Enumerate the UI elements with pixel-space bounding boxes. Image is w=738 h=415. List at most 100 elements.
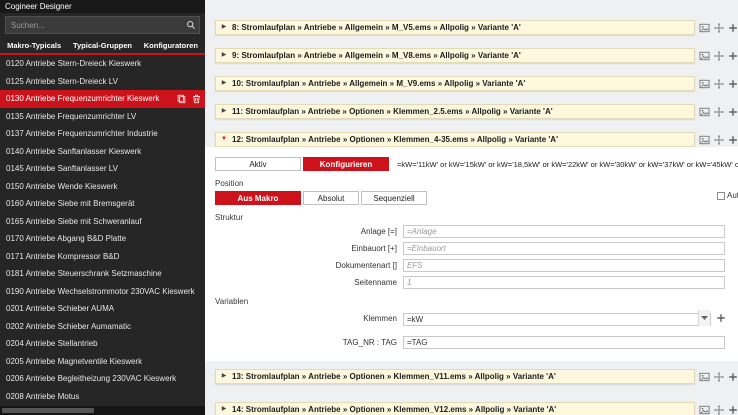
- macro-row-header[interactable]: ▶ 11: Stromlaufplan » Antriebe » Optione…: [215, 104, 695, 119]
- add-icon[interactable]: [728, 79, 738, 89]
- search-input[interactable]: [6, 21, 183, 30]
- field-label: Einbauort [+]: [205, 244, 403, 253]
- sidebar-item[interactable]: 0204 Antriebe Stellantrieb: [0, 335, 205, 353]
- preview-image-icon[interactable]: [699, 372, 710, 382]
- search-icon[interactable]: [183, 20, 199, 30]
- macro-row-actions: [699, 23, 738, 33]
- preview-image-icon[interactable]: [699, 405, 710, 415]
- field-label: Klemmen: [205, 314, 403, 323]
- sidebar-item[interactable]: 0125 Antriebe Stern-Dreieck LV: [0, 73, 205, 91]
- macro-typical-list: 0120 Antriebe Stern-Dreieck Kieswerk 012…: [0, 55, 205, 406]
- sidebar-item[interactable]: 0170 Antriebe Abgang B&D Platte: [0, 230, 205, 248]
- macro-row-actions: [699, 51, 738, 61]
- macro-row: ▶ 14: Stromlaufplan » Antriebe » Optione…: [215, 402, 738, 415]
- macro-row-header[interactable]: ▶ 14: Stromlaufplan » Antriebe » Optione…: [215, 402, 695, 415]
- preview-image-icon[interactable]: [699, 79, 710, 89]
- sidebar-item[interactable]: 0150 Antriebe Wende Kieswerk: [0, 178, 205, 196]
- field-label: Dokumentenart []: [205, 261, 403, 270]
- move-icon[interactable]: [714, 51, 724, 61]
- macro-row-header[interactable]: ▼ 12: Stromlaufplan » Antriebe » Optione…: [215, 132, 695, 147]
- move-icon[interactable]: [714, 135, 724, 145]
- sidebar-item[interactable]: 0120 Antriebe Stern-Dreieck Kieswerk: [0, 55, 205, 73]
- sidebar-item[interactable]: 0140 Antriebe Sanftanlasser Kieswerk: [0, 143, 205, 161]
- move-icon[interactable]: [714, 405, 724, 415]
- anlage-field[interactable]: [403, 225, 725, 238]
- preview-image-icon[interactable]: [699, 23, 710, 33]
- tab-konfiguratoren[interactable]: Konfiguratoren: [137, 38, 205, 53]
- tab-absolut[interactable]: Absolut: [303, 191, 359, 205]
- chevron-right-icon: ▶: [216, 77, 232, 90]
- move-icon[interactable]: [714, 23, 724, 33]
- tab-makro-typicals[interactable]: Makro-Typicals: [0, 38, 68, 53]
- sidebar: Cogineer Designer Makro-Typicals Typical…: [0, 0, 205, 415]
- sidebar-item[interactable]: 0205 Antriebe Magnetventile Kieswerk: [0, 353, 205, 371]
- macro-row-header[interactable]: ▶ 9: Stromlaufplan » Antriebe » Allgemei…: [215, 48, 695, 63]
- delete-icon[interactable]: [192, 94, 201, 104]
- chevron-right-icon: ▶: [216, 403, 232, 415]
- macro-row-header[interactable]: ▶ 13: Stromlaufplan » Antriebe » Optione…: [215, 369, 695, 384]
- scrollbar-thumb[interactable]: [2, 408, 94, 413]
- move-icon[interactable]: [714, 372, 724, 382]
- sidebar-item[interactable]: 0201 Antriebe Schieber AUMA: [0, 300, 205, 318]
- sidebar-item[interactable]: 0165 Antriebe Siebe mit Schweranlauf: [0, 213, 205, 231]
- sidebar-item-label: 0190 Antriebe Wechselstrommotor 230VAC K…: [6, 287, 201, 296]
- add-icon[interactable]: [728, 23, 738, 33]
- sidebar-item-selected[interactable]: 0130 Antriebe Frequenzumrichter Kieswerk: [0, 90, 205, 108]
- sidebar-item[interactable]: 0202 Antriebe Schieber Aumamatic: [0, 318, 205, 336]
- dokumentenart-field[interactable]: [403, 259, 725, 272]
- sidebar-item-actions: [177, 94, 201, 104]
- move-icon[interactable]: [714, 107, 724, 117]
- tab-sequenziell[interactable]: Sequenziell: [361, 191, 427, 205]
- macro-row-header[interactable]: ▶ 10: Stromlaufplan » Antriebe » Allgeme…: [215, 76, 695, 91]
- macro-detail-panel: Aktiv Konfigurieren =kW='11kW' or kW='15…: [205, 147, 738, 361]
- duplicate-icon[interactable]: [177, 94, 186, 104]
- macro-row-actions: [699, 405, 738, 415]
- sidebar-item[interactable]: 0137 Antriebe Frequenzumrichter Industri…: [0, 125, 205, 143]
- sidebar-item[interactable]: 0208 Antriebe Motus: [0, 388, 205, 406]
- chevron-right-icon: ▶: [216, 49, 232, 62]
- sidebar-item[interactable]: 0190 Antriebe Wechselstrommotor 230VAC K…: [0, 283, 205, 301]
- search-box: [5, 16, 200, 34]
- condition-expression: =kW='11kW' or kW='15kW' or kW='18,5kW' o…: [397, 160, 738, 169]
- preview-image-icon[interactable]: [699, 135, 710, 145]
- add-icon[interactable]: [728, 405, 738, 415]
- sidebar-item[interactable]: 0160 Antriebe Siebe mit Bremsgerät: [0, 195, 205, 213]
- sidebar-item-label: 0208 Antriebe Motus: [6, 392, 201, 401]
- app-title: Cogineer Designer: [0, 0, 205, 13]
- macro-row-actions: [699, 135, 738, 145]
- sidebar-item[interactable]: 0206 Antriebe Begleitheizung 230VAC Kies…: [0, 370, 205, 388]
- chevron-down-icon[interactable]: [698, 310, 710, 326]
- sidebar-item-label: 0171 Antriebe Kompressor B&D: [6, 252, 201, 261]
- macro-row: ▶ 11: Stromlaufplan » Antriebe » Optione…: [215, 104, 738, 119]
- tab-typical-gruppen[interactable]: Typical-Gruppen: [68, 38, 136, 53]
- checkbox-label: Aut: [727, 191, 738, 200]
- add-variable-icon[interactable]: [716, 313, 726, 323]
- einbauort-field[interactable]: [403, 242, 725, 255]
- position-label: Position: [215, 179, 738, 188]
- add-icon[interactable]: [728, 51, 738, 61]
- auto-checkbox-group: Aut: [717, 191, 738, 200]
- sidebar-item[interactable]: 0135 Antriebe Frequenzumrichter LV: [0, 108, 205, 126]
- sidebar-item[interactable]: 0171 Antriebe Kompressor B&D: [0, 248, 205, 266]
- tab-aus-makro[interactable]: Aus Makro: [215, 191, 301, 205]
- add-icon[interactable]: [728, 107, 738, 117]
- checkbox[interactable]: [717, 192, 725, 200]
- move-icon[interactable]: [714, 79, 724, 89]
- form-row: TAG_NR : TAG: [205, 336, 738, 349]
- tab-konfigurieren[interactable]: Konfigurieren: [303, 157, 389, 171]
- klemmen-field[interactable]: [403, 313, 711, 326]
- sidebar-item[interactable]: 0181 Antriebe Steuerschrank Setzmaschine: [0, 265, 205, 283]
- configuration-panel: ▶ 8: Stromlaufplan » Antriebe » Allgemei…: [205, 0, 738, 415]
- add-icon[interactable]: [728, 135, 738, 145]
- sidebar-tabs: Makro-Typicals Typical-Gruppen Konfigura…: [0, 38, 205, 55]
- horizontal-scrollbar[interactable]: [0, 406, 205, 415]
- tag-nr-field[interactable]: [403, 336, 725, 349]
- sidebar-item[interactable]: 0145 Antriebe Sanftanlasser LV: [0, 160, 205, 178]
- preview-image-icon[interactable]: [699, 51, 710, 61]
- preview-image-icon[interactable]: [699, 107, 710, 117]
- macro-row-header[interactable]: ▶ 8: Stromlaufplan » Antriebe » Allgemei…: [215, 20, 695, 35]
- seitenname-field[interactable]: [403, 276, 725, 289]
- add-icon[interactable]: [728, 372, 738, 382]
- tab-aktiv[interactable]: Aktiv: [215, 157, 301, 171]
- position-tabs: Aus Makro Absolut Sequenziell: [215, 191, 738, 205]
